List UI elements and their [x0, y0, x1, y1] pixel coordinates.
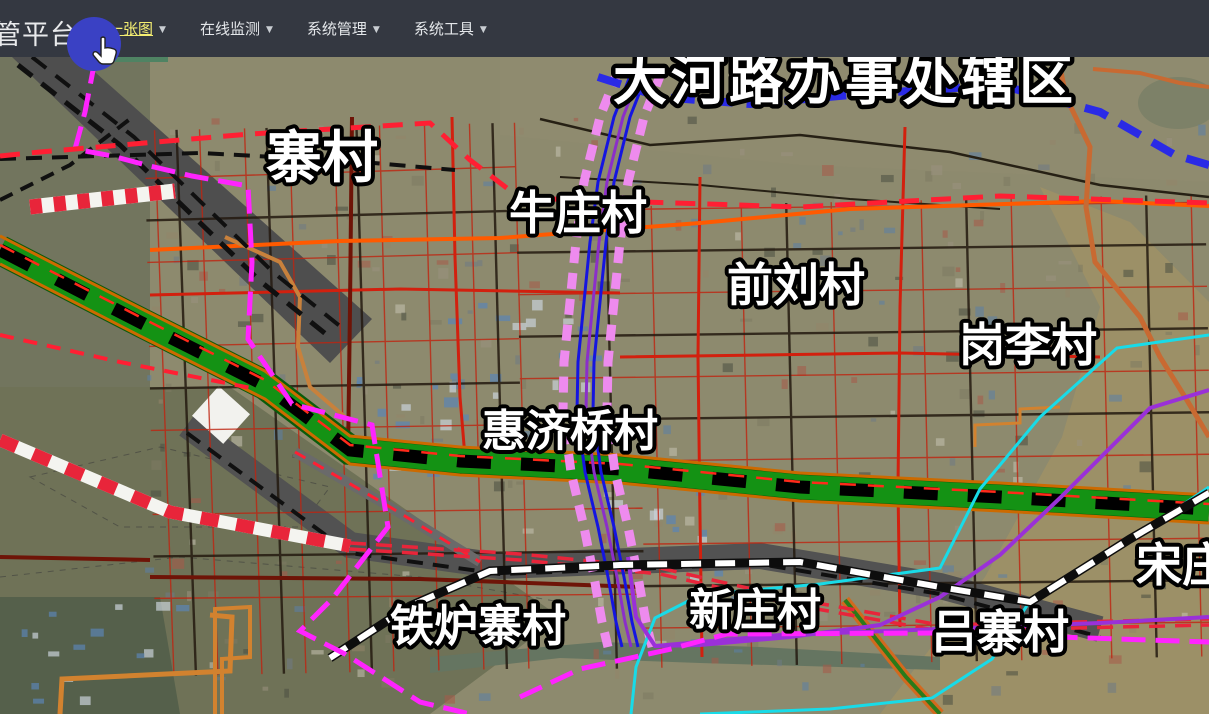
village-label: 前刘村 — [727, 258, 865, 312]
menu-item-system-admin[interactable]: 系统管理 ▼ — [307, 18, 380, 39]
chevron-down-icon: ▼ — [266, 25, 273, 35]
chevron-down-icon: ▼ — [159, 25, 166, 35]
village-label: 新庄村 — [689, 585, 821, 636]
hand-cursor-icon — [92, 36, 118, 66]
village-label: 吕寨村 — [931, 605, 1069, 659]
menu-item-online-monitor[interactable]: 在线监测 ▼ — [200, 18, 273, 39]
main-menu: 一张图 ▼ 在线监测 ▼ 系统管理 ▼ 系统工具 ▼ — [108, 0, 487, 57]
menu-item-system-tools[interactable]: 系统工具 ▼ — [414, 18, 487, 39]
village-label: 宋庄 — [1136, 538, 1209, 592]
village-label: 铁炉寨村 — [390, 601, 566, 652]
region-label: 大河路办事处辖区 — [613, 57, 1077, 112]
top-navbar: 管平台 一张图 ▼ 在线监测 ▼ 系统管理 ▼ 系统工具 ▼ — [0, 0, 1209, 57]
chevron-down-icon: ▼ — [480, 25, 487, 35]
village-label: 惠济桥村 — [482, 406, 658, 457]
village-label: 寨村 — [266, 126, 378, 191]
village-label: 牛庄村 — [509, 186, 647, 240]
chevron-down-icon: ▼ — [373, 25, 380, 35]
village-label: 岗李村 — [959, 318, 1097, 372]
map-canvas[interactable]: 大河路办事处辖区 寨村 牛庄村 前刘村 岗李村 惠济桥村 铁炉寨村 新庄村 吕寨… — [0, 57, 1209, 714]
planning-map: 大河路办事处辖区 寨村 牛庄村 前刘村 岗李村 惠济桥村 铁炉寨村 新庄村 吕寨… — [0, 57, 1209, 714]
